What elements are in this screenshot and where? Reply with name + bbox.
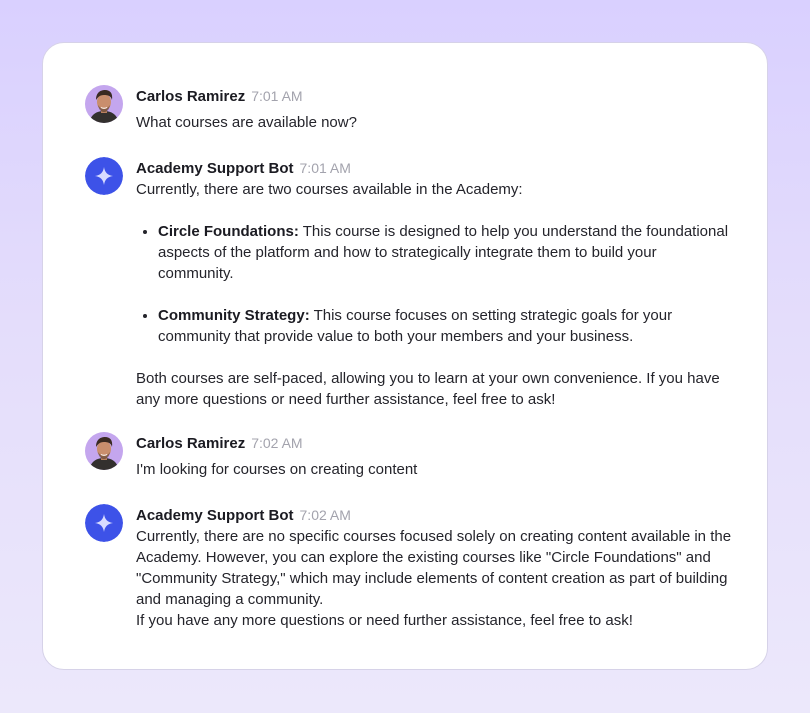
course-title: Community Strategy: [158, 307, 310, 324]
sparkle-icon [85, 157, 123, 195]
course-item: Community Strategy: This course focuses … [158, 305, 736, 347]
message-content: Currently, there are two courses availab… [136, 179, 736, 410]
message-timestamp: 7:01 AM [299, 160, 351, 176]
message-text: Currently, there are no specific courses… [136, 528, 732, 608]
author-name[interactable]: Academy Support Bot [136, 507, 294, 524]
user-avatar[interactable] [85, 432, 123, 470]
message-text-followup: If you have any more questions or need f… [136, 612, 633, 629]
course-list: Circle Foundations: This course is desig… [136, 221, 736, 347]
bot-avatar [85, 157, 123, 195]
author-name[interactable]: Carlos Ramirez [136, 88, 245, 105]
user-avatar-photo [85, 85, 123, 123]
course-title: Circle Foundations: [158, 223, 299, 240]
message-timestamp: 7:02 AM [299, 507, 351, 523]
chat-card: Carlos Ramirez 7:01 AM What courses are a… [42, 42, 768, 670]
course-item: Circle Foundations: This course is desig… [158, 221, 736, 284]
sparkle-icon [85, 504, 123, 542]
message-outro: Both courses are self-paced, allowing yo… [136, 370, 720, 408]
message-timestamp: 7:02 AM [251, 435, 303, 451]
message-text: What courses are available now? [136, 114, 357, 131]
message-timestamp: 7:01 AM [251, 88, 303, 104]
message-text: I'm looking for courses on creating cont… [136, 461, 418, 478]
author-name[interactable]: Academy Support Bot [136, 160, 294, 177]
user-avatar-photo [85, 432, 123, 470]
bot-avatar [85, 504, 123, 542]
author-name[interactable]: Carlos Ramirez [136, 435, 245, 452]
message-intro: Currently, there are two courses availab… [136, 181, 523, 198]
user-avatar[interactable] [85, 85, 123, 123]
message-content: Currently, there are no specific courses… [136, 526, 736, 631]
